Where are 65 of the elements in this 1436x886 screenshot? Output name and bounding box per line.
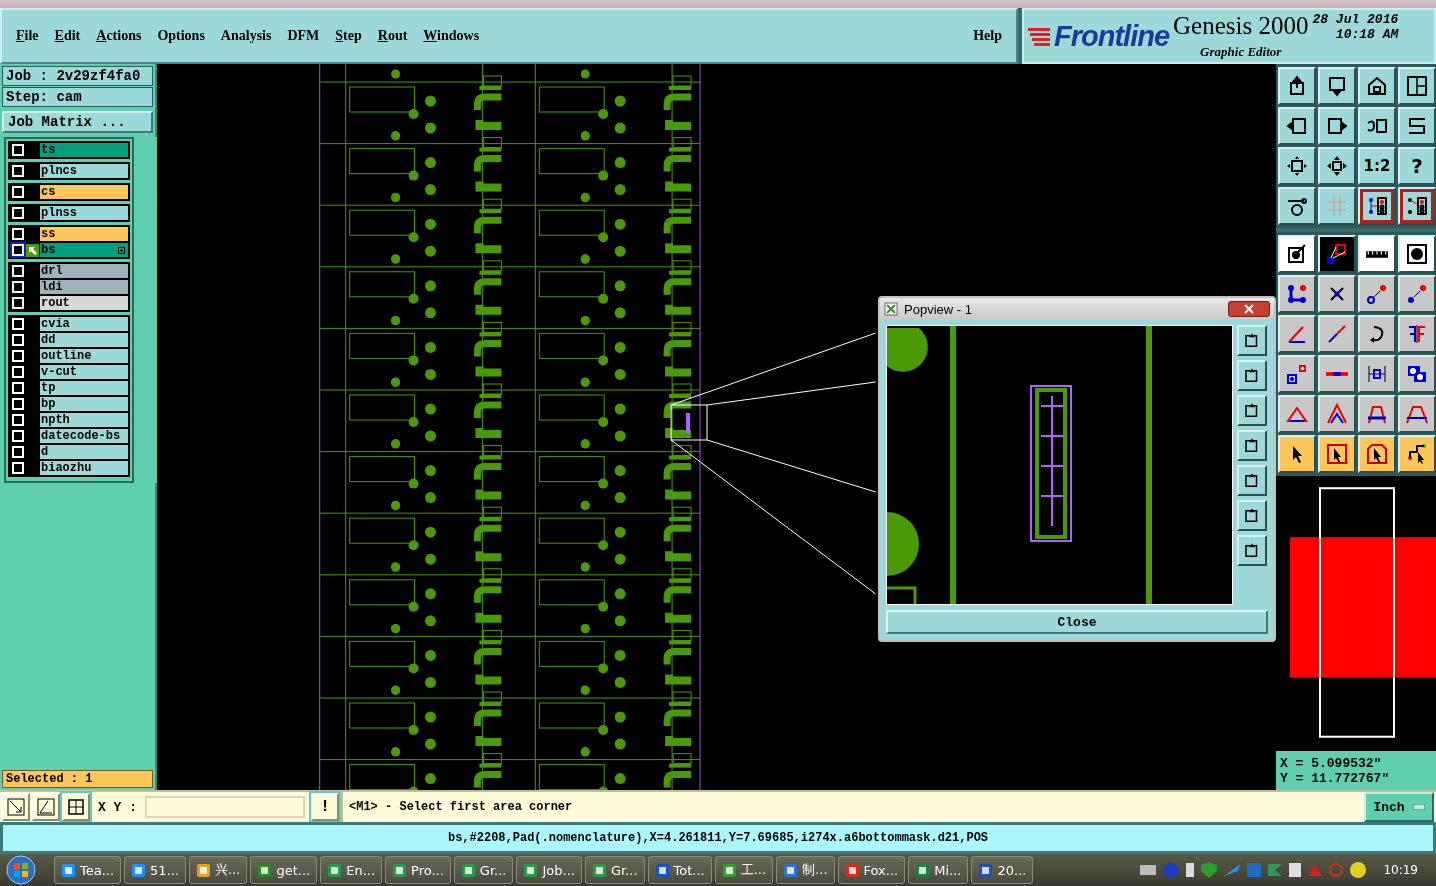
menu-item[interactable]: DFM <box>281 26 326 46</box>
units-dropdown[interactable]: Inch <box>1364 792 1434 822</box>
taskbar-item[interactable]: 工... <box>714 856 774 884</box>
layer-button[interactable]: cvia <box>40 317 128 331</box>
confirm-button[interactable]: ! <box>311 793 339 821</box>
menu-item[interactable]: Step <box>329 26 368 46</box>
taskbar-item[interactable]: Pro... <box>385 856 451 884</box>
menu-item[interactable]: Actions <box>90 26 148 46</box>
taskbar-item[interactable]: Tot... <box>647 856 712 884</box>
taskbar-item[interactable]: Tea... <box>54 856 122 884</box>
taskbar-item[interactable]: Gr... <box>584 856 645 884</box>
taskbar-item[interactable]: Mi... <box>908 856 969 884</box>
layer-button[interactable]: ldi <box>40 280 128 294</box>
x-coordinate: X = 5.099532" <box>1280 755 1383 771</box>
taskbar-item[interactable]: Fox... <box>837 856 906 884</box>
layer-button[interactable]: ss <box>40 227 128 241</box>
taskbar-item[interactable]: En... <box>320 856 383 884</box>
coordinate-label: X Y : <box>97 799 138 815</box>
help-button[interactable]: ? <box>1398 147 1436 185</box>
menu-item[interactable]: Rout <box>371 26 414 46</box>
layer-button[interactable]: drl <box>40 264 128 278</box>
taskbar-item[interactable]: Job... <box>516 856 582 884</box>
layer-button[interactable]: bs <box>40 243 128 257</box>
layer-button[interactable]: plnss <box>40 206 128 220</box>
taskbar-item[interactable]: get... <box>250 856 318 884</box>
taskbar-item[interactable]: 制... <box>776 856 835 884</box>
menu-item[interactable]: Options <box>151 26 211 46</box>
layer-button[interactable]: bp <box>40 397 128 411</box>
layer-button[interactable]: cs <box>40 185 128 199</box>
close-button[interactable]: Close <box>886 610 1268 634</box>
y-coordinate: Y = 11.772767" <box>1280 770 1391 786</box>
menu-item[interactable]: Windows <box>417 26 486 46</box>
taskbar-item[interactable]: 51... <box>124 856 187 884</box>
time-text: 10:18 AM <box>1335 27 1399 42</box>
product-name: Genesis 2000 <box>1173 12 1309 38</box>
layer-button[interactable]: d <box>40 445 128 459</box>
taskbar-item[interactable]: 20... <box>971 856 1034 884</box>
taskbar-item[interactable]: 兴... <box>189 856 248 884</box>
clock: 10:19 <box>1382 863 1419 877</box>
step-field: Step: cam <box>2 87 153 107</box>
selection-count: Selected : 1 <box>2 770 153 788</box>
logo: Frontline <box>1054 19 1170 53</box>
layer-button[interactable]: outline <box>40 349 128 363</box>
layer-button[interactable]: ts <box>40 143 128 157</box>
menu-item[interactable]: Help <box>967 26 1008 46</box>
taskbar-item[interactable]: Gr... <box>453 856 514 884</box>
job-matrix-button[interactable]: Job Matrix ... <box>2 111 153 133</box>
scale-button[interactable]: 1:2 <box>1358 147 1396 185</box>
job-field: Job : 2v29zf4fa0 <box>2 66 153 86</box>
layer-button[interactable]: datecode-bs <box>40 429 128 443</box>
prompt-text: <M1> - Select first area corner <box>349 800 573 814</box>
layer-button[interactable]: rout <box>40 296 128 310</box>
date-text: 28 Jul 2016 <box>1312 12 1399 27</box>
status-bar: bs,#2208,Pad(.nomenclature),X=4.261811,Y=7.69685,i274x.a6bottommask.d21,POS <box>0 822 1436 854</box>
layer-button[interactable]: npth <box>40 413 128 427</box>
window-title: Popview - 1 <box>904 301 972 317</box>
menu-item[interactable]: Analysis <box>214 26 278 46</box>
product-subtitle: Graphic Editor <box>1200 43 1282 60</box>
layer-button[interactable]: dd <box>40 333 128 347</box>
menu-item[interactable]: File <box>10 26 45 46</box>
layer-button[interactable]: v-cut <box>40 365 128 379</box>
layer-button[interactable]: tp <box>40 381 128 395</box>
layer-button[interactable]: biaozhu <box>40 461 128 475</box>
layer-button[interactable]: plncs <box>40 164 128 178</box>
menu-item[interactable]: Edit <box>48 26 87 46</box>
